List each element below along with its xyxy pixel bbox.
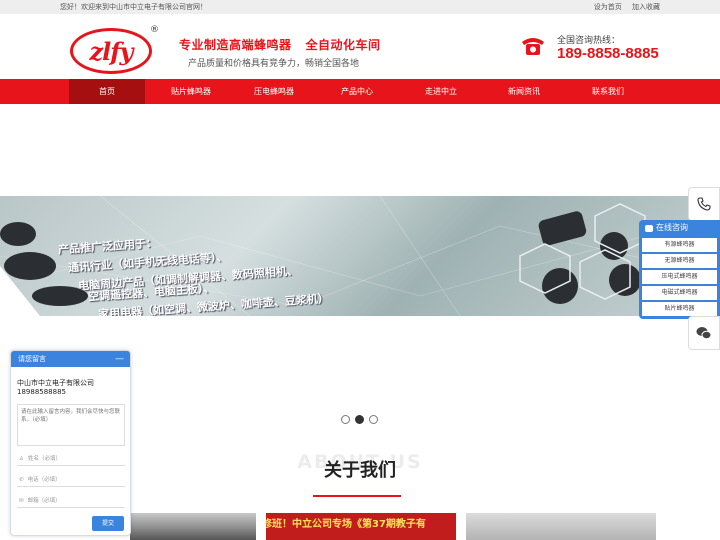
about-photo-1[interactable] [130, 513, 256, 540]
slide-dot-3[interactable] [369, 415, 378, 424]
nav-item-contact[interactable]: 联系我们 [570, 79, 646, 104]
phone-field[interactable]: ✆ 电话（必填） [17, 473, 125, 487]
set-homepage-link[interactable]: 设为首页 [594, 3, 622, 11]
name-field[interactable]: ♙ 姓名（必填） [17, 452, 125, 466]
nav-item-news[interactable]: 新闻资讯 [486, 79, 562, 104]
banner-top-area [0, 104, 720, 196]
about-photo-2[interactable]: 修班！中立公司专场《第37期教子有 [266, 513, 456, 540]
consult-header[interactable]: 在线咨询 [639, 220, 720, 236]
slide-dot-2[interactable] [355, 415, 364, 424]
wechat-icon [696, 327, 712, 340]
top-links: 设为首页 加入收藏 [586, 0, 660, 14]
nav-item-smd-buzzer[interactable]: 贴片蜂鸣器 [153, 79, 229, 104]
message-panel-header: 请您留言 — [11, 351, 130, 367]
about-photo-3[interactable] [466, 513, 656, 540]
message-company-name: 中山市中立电子有限公司 [17, 379, 94, 387]
consult-item-piezo-buzzer[interactable]: 压电式蜂鸣器 [642, 270, 717, 284]
user-icon: ♙ [19, 456, 24, 462]
minimize-button[interactable]: — [115, 351, 124, 367]
float-phone-button[interactable] [688, 187, 720, 221]
consult-item-smd-buzzer[interactable]: 贴片蜂鸣器 [642, 302, 717, 316]
site-header: zlfy ® 专业制造高端蜂鸣器 全自动化车间 产品质量和价格具有竞争力，畅销全… [0, 14, 720, 79]
chat-bubble-icon [645, 224, 653, 232]
email-field[interactable]: ✉ 邮箱（必填） [17, 494, 125, 508]
slide-pagination [341, 415, 378, 424]
message-panel: 请您留言 — 中山市中立电子有限公司 18988588885 ♙姓名（必填） ✆… [10, 350, 131, 536]
nav-item-home[interactable]: 首页 [69, 79, 145, 104]
float-wechat-button[interactable] [688, 316, 720, 350]
email-placeholder: 邮箱（必填） [27, 498, 61, 504]
message-company-phone: 18988588885 [17, 388, 66, 396]
photo-banner-text: 修班！中立公司专场《第37期教子有 [266, 519, 426, 530]
nav-item-about[interactable]: 走进中立 [403, 79, 479, 104]
company-logo[interactable]: zlfy ® [70, 25, 159, 74]
submit-button[interactable]: 提交 [92, 516, 124, 531]
nav-item-piezo-buzzer[interactable]: 压电蜂鸣器 [236, 79, 312, 104]
logo-text: zlfy [89, 36, 133, 66]
add-favorite-link[interactable]: 加入收藏 [632, 3, 660, 11]
consult-item-passive-buzzer[interactable]: 无源蜂鸣器 [642, 254, 717, 268]
welcome-text: 您好！欢迎来到中山市中立电子有限公司官网！ [60, 3, 207, 11]
banner-slide[interactable]: 产品推广泛应用于： 通讯行业（如手机无线电话等）、 电脑周边产品（如调制解调器、… [0, 196, 720, 316]
mail-icon: ✉ [19, 498, 24, 504]
about-underline [313, 495, 401, 497]
online-consult-panel: 在线咨询 有源蜂鸣器 无源蜂鸣器 压电式蜂鸣器 电磁式蜂鸣器 贴片蜂鸣器 [639, 220, 720, 319]
name-placeholder: 姓名（必填） [27, 456, 61, 462]
consult-item-magnetic-buzzer[interactable]: 电磁式蜂鸣器 [642, 286, 717, 300]
phone-icon [697, 197, 711, 211]
nav-item-products[interactable]: 产品中心 [319, 79, 395, 104]
slide-dot-1[interactable] [341, 415, 350, 424]
main-nav: 首页 贴片蜂鸣器 压电蜂鸣器 产品中心 走进中立 新闻资讯 联系我们 [0, 79, 720, 104]
top-bar: 您好！欢迎来到中山市中立电子有限公司官网！ 设为首页 加入收藏 [0, 0, 720, 14]
tel-placeholder: 电话（必填） [27, 477, 61, 483]
phone-small-icon: ✆ [19, 477, 24, 483]
consult-item-active-buzzer[interactable]: 有源蜂鸣器 [642, 238, 717, 252]
registered-mark: ® [150, 25, 159, 35]
hotline-number: 189-8858-8885 [557, 45, 659, 62]
slogan-sub: 产品质量和价格具有竞争力，畅销全国各地 [188, 59, 360, 69]
slogan-main: 专业制造高端蜂鸣器 全自动化车间 [179, 38, 381, 52]
consult-title: 在线咨询 [656, 223, 688, 232]
message-panel-title: 请您留言 [18, 355, 46, 363]
message-textarea[interactable] [17, 404, 125, 446]
telephone-icon [522, 38, 544, 55]
